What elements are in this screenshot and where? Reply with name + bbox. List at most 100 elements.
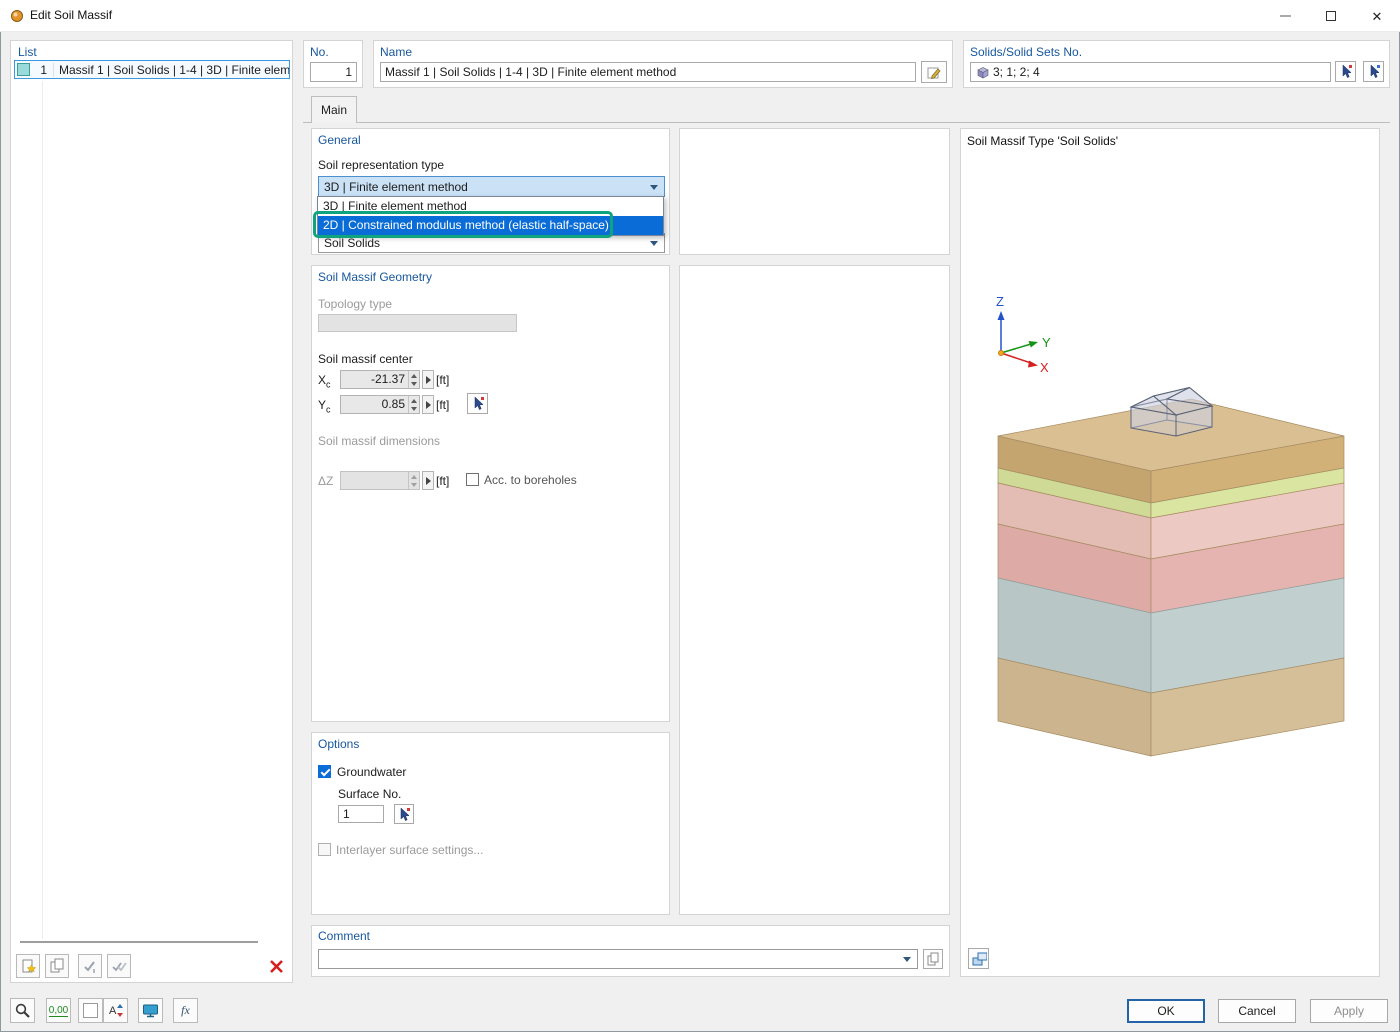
groundwater-label: Groundwater [337, 765, 406, 779]
svg-text:A: A [109, 1005, 117, 1017]
no-panel: No. 1 [303, 40, 363, 88]
soil-type-value: Soil Solids [324, 236, 380, 250]
new-page-star-icon [20, 958, 37, 975]
spin-down-icon[interactable] [409, 405, 419, 414]
color-swatch-button[interactable] [78, 998, 103, 1023]
renumber-button[interactable]: A [103, 998, 128, 1023]
tab-strip-line [303, 122, 1390, 123]
solids-caption: Solids/Solid Sets No. [970, 45, 1082, 59]
solids-panel: Solids/Solid Sets No. 3; 1; 2; 4 [963, 40, 1390, 88]
geometry-section: Soil Massif Geometry Topology type Soil … [311, 265, 670, 722]
surface-no-field[interactable]: 1 [338, 805, 384, 823]
pencil-icon [927, 65, 942, 80]
name-field[interactable]: Massif 1 | Soil Solids | 1-4 | 3D | Fini… [380, 62, 916, 82]
spin-up-icon[interactable] [409, 396, 419, 405]
apply-button[interactable]: Apply [1310, 999, 1388, 1023]
spin-up-icon[interactable] [409, 371, 419, 380]
dz-field [340, 471, 420, 490]
dropdown-option-3d-fem[interactable]: 3D | Finite element method [318, 197, 663, 216]
close-button[interactable]: ✕ [1354, 0, 1400, 32]
general-caption: General [318, 133, 361, 147]
list-caption: List [18, 45, 37, 59]
no-caption: No. [310, 45, 329, 59]
list-panel: List 1 Massif 1 | Soil Solids | 1-4 | 3D… [10, 40, 293, 983]
deselect-solids-button[interactable] [1363, 61, 1384, 82]
y-axis-label: Y [1042, 335, 1051, 350]
xc-expand-button[interactable] [422, 370, 434, 389]
empty-panel-top [679, 128, 950, 255]
preview-display-settings-button[interactable] [968, 948, 989, 969]
formula-button[interactable]: fx [173, 998, 198, 1023]
spin-down-icon[interactable] [409, 380, 419, 389]
edit-name-button[interactable] [921, 61, 947, 83]
cancel-button[interactable]: Cancel [1218, 999, 1296, 1023]
delete-massif-button[interactable] [264, 954, 288, 978]
maximize-icon [1326, 11, 1336, 21]
ok-button[interactable]: OK [1127, 999, 1205, 1023]
units-decimal-places-button[interactable]: 0,00 [46, 998, 71, 1023]
list-item-number: 1 [33, 63, 47, 77]
representation-label: Soil representation type [318, 158, 444, 172]
geometry-caption: Soil Massif Geometry [318, 270, 432, 284]
preview-caption: Soil Massif Type 'Soil Solids' [967, 134, 1118, 148]
list-column-divider [42, 81, 43, 939]
rendering-button[interactable] [138, 998, 163, 1023]
dz-label: ΔZ [318, 474, 333, 488]
spin-down-icon [409, 481, 419, 490]
empty-panel-bottom [679, 265, 950, 915]
xc-field[interactable]: -21.37 [340, 370, 420, 389]
cursor-deselect-icon [1367, 64, 1381, 79]
options-section: Options Groundwater Surface No. 1 Interl… [311, 732, 670, 915]
tab-main-label: Main [321, 103, 347, 117]
copy-comment-button[interactable] [923, 949, 943, 969]
minimize-button[interactable] [1262, 0, 1308, 32]
solid-cube-icon [975, 66, 989, 79]
tab-main[interactable]: Main [311, 96, 357, 123]
select-solids-button[interactable] [1335, 61, 1356, 82]
xc-spinner[interactable] [408, 371, 419, 388]
copy-icon [49, 958, 65, 974]
pick-center-button[interactable] [467, 393, 488, 414]
white-swatch-icon [83, 1003, 98, 1018]
dropdown-option-2d-constrained[interactable]: 2D | Constrained modulus method (elastic… [318, 216, 663, 235]
cursor-select-icon [397, 807, 411, 822]
fx-icon: fx [181, 1003, 190, 1018]
app-icon [9, 8, 25, 24]
comment-combo[interactable] [318, 949, 918, 969]
list-splitter[interactable] [20, 941, 258, 943]
minimize-icon [1280, 15, 1291, 17]
dz-expand-button [422, 471, 434, 490]
x-axis-label: X [1040, 360, 1049, 375]
no-field[interactable]: 1 [310, 62, 357, 82]
interlayer-checkbox[interactable] [318, 843, 331, 856]
yc-unit: [ft] [436, 398, 449, 412]
topology-type-label: Topology type [318, 297, 392, 311]
solids-field[interactable]: 3; 1; 2; 4 [970, 62, 1331, 82]
copy-massif-button[interactable] [45, 954, 69, 978]
chevron-down-icon [650, 241, 658, 246]
yc-spinner[interactable] [408, 396, 419, 413]
representation-value: 3D | Finite element method [324, 180, 468, 194]
yc-label: Yc [318, 398, 331, 414]
dimensions-label: Soil massif dimensions [318, 434, 440, 448]
yc-field[interactable]: 0.85 [340, 395, 420, 414]
surface-no-label: Surface No. [338, 787, 401, 801]
soil-massif-type-combo[interactable]: Soil Solids [318, 233, 665, 253]
display-properties-button[interactable] [10, 998, 35, 1023]
axis-triad-icon: Z Y X [996, 294, 1051, 375]
soil-representation-combo[interactable]: 3D | Finite element method [318, 176, 665, 197]
chevron-down-icon [650, 185, 658, 190]
pick-surface-button[interactable] [394, 804, 414, 824]
select-check-button[interactable] [78, 954, 102, 978]
soil-3d-view: Z Y X [961, 129, 1381, 978]
check-arrow-icon [82, 958, 98, 974]
yc-expand-button[interactable] [422, 395, 434, 414]
list-item-massif-1[interactable]: 1 Massif 1 | Soil Solids | 1-4 | 3D | Fi… [14, 60, 290, 79]
groundwater-checkbox[interactable] [318, 765, 331, 778]
maximize-button[interactable] [1308, 0, 1354, 32]
acc-boreholes-label: Acc. to boreholes [484, 473, 577, 487]
deselect-check-button[interactable] [107, 954, 131, 978]
new-massif-button[interactable] [16, 954, 40, 978]
acc-boreholes-checkbox[interactable] [466, 473, 479, 486]
yc-value: 0.85 [343, 396, 405, 413]
